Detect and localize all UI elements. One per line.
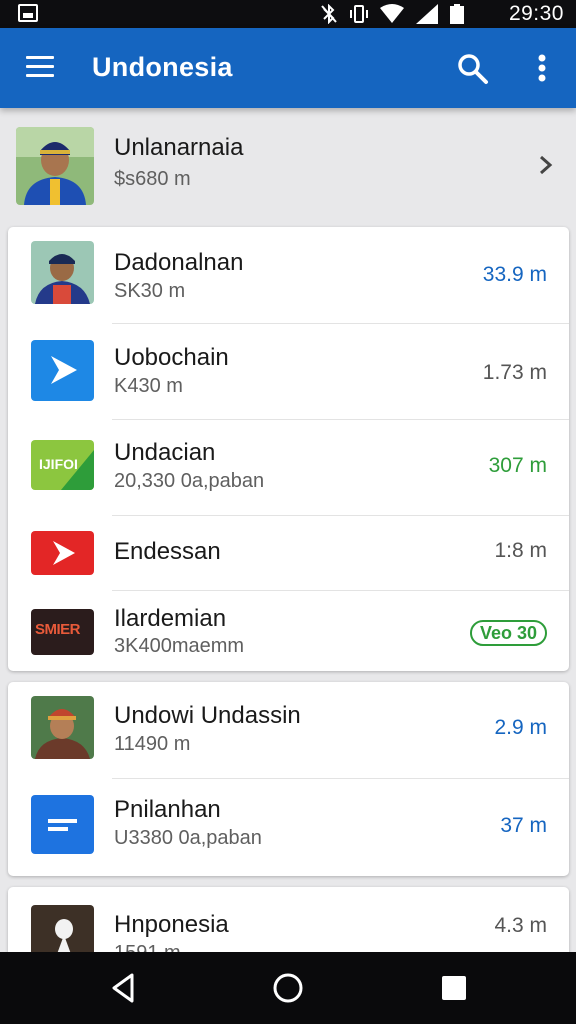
recents-icon[interactable] <box>436 970 472 1006</box>
chevron-right-icon[interactable] <box>538 154 554 176</box>
navigation-bar <box>0 952 576 1024</box>
item-subtitle: 3K400maemm <box>114 635 245 657</box>
video-app-icon <box>31 531 94 575</box>
list-item[interactable]: Endessan 1:8 m <box>8 516 569 591</box>
play-app-icon <box>31 340 94 401</box>
status-time: 29:30 <box>508 2 564 25</box>
item-value: 33.9 m <box>482 263 547 286</box>
item-title: Hnponesia <box>114 911 229 938</box>
item-title: Endessan <box>114 538 221 565</box>
item-subtitle: 20,330 0a,paban <box>114 470 265 492</box>
item-subtitle: 11490 m <box>114 733 191 755</box>
item-subtitle: $s680 m <box>114 168 191 190</box>
list-item[interactable]: SMIER Ilardemian 3K400maemm Veo 30 <box>8 591 569 671</box>
item-value: 307 m <box>488 454 547 477</box>
item-title: Undacian <box>114 439 216 466</box>
avatar <box>31 241 94 304</box>
list-item[interactable]: Undowi Undassin 11490 m 2.9 m <box>8 682 569 779</box>
bluetooth-off-icon <box>321 4 337 24</box>
gallery-notification-icon <box>18 4 38 22</box>
green-app-icon: IJIFOI <box>31 440 94 490</box>
item-title: Undowi Undassin <box>114 702 301 729</box>
wifi-icon <box>380 4 404 23</box>
home-icon[interactable] <box>270 970 306 1006</box>
item-title: Ilardemian <box>114 605 227 632</box>
signal-icon <box>416 4 438 24</box>
item-value: 4.3 m <box>494 914 547 937</box>
icon-label: SMIER <box>35 621 81 638</box>
list-item[interactable]: Pnilanhan U3380 0a,paban 37 m <box>8 779 569 876</box>
item-subtitle: U3380 0a,paban <box>114 827 262 849</box>
item-value: 1.73 m <box>482 361 547 384</box>
item-value: 1:8 m <box>494 539 547 562</box>
item-value-badge: Veo 30 <box>469 620 547 646</box>
avatar <box>16 127 94 205</box>
list-item[interactable]: IJIFOI Undacian 20,330 0a,paban 307 m <box>8 420 569 516</box>
status-bar: 29:30 <box>0 0 576 28</box>
item-value: 37 m <box>500 814 547 837</box>
list-card-2: Undowi Undassin 11490 m 2.9 m Pnilanhan … <box>8 682 569 876</box>
list-item[interactable]: Uobochain K430 m 1.73 m <box>8 324 569 420</box>
item-title: Dadonalnan <box>114 249 244 276</box>
item-subtitle: SK30 m <box>114 280 186 302</box>
back-icon[interactable] <box>106 970 142 1006</box>
item-value: 2.9 m <box>494 716 547 739</box>
list-card-1: Dadonalnan SK30 m 33.9 m Uobochain K430 … <box>8 227 569 671</box>
movie-app-icon: SMIER <box>31 609 94 655</box>
app-bar: Undonesia <box>0 28 576 108</box>
list-item[interactable]: Dadonalnan SK30 m 33.9 m <box>8 227 569 324</box>
card-app-icon <box>31 795 94 854</box>
item-subtitle: K430 m <box>114 375 183 397</box>
app-title: Undonesia <box>92 52 233 82</box>
top-list-item[interactable]: Unlanarnaia $s680 m <box>0 108 576 208</box>
vibrate-icon <box>350 5 368 23</box>
item-title: Pnilanhan <box>114 796 221 823</box>
item-title: Unlanarnaia <box>114 134 244 161</box>
menu-icon[interactable] <box>26 56 56 78</box>
icon-label: IJIFOI <box>39 456 78 472</box>
battery-icon <box>450 4 464 24</box>
avatar <box>31 696 94 759</box>
search-icon[interactable] <box>456 52 490 86</box>
more-options-icon[interactable] <box>530 52 554 86</box>
item-title: Uobochain <box>114 344 229 371</box>
